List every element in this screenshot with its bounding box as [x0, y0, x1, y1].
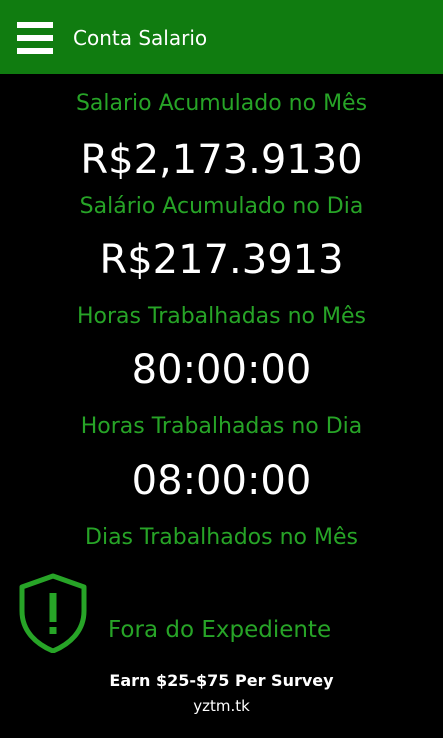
monthly-hours-label: Horas Trabalhadas no Mês	[77, 304, 366, 329]
app-header: Conta Salario	[0, 0, 443, 74]
daily-salary-label: Salário Acumulado no Dia	[79, 194, 364, 219]
app-title: Conta Salario	[73, 26, 208, 50]
monthly-hours-value: 80:00:00	[131, 347, 312, 393]
monthly-salary-label: Salario Acumulado no Mês	[75, 91, 368, 116]
daily-salary-value: R$217.3913	[99, 237, 344, 283]
ad-banner-url[interactable]: yztm.tk	[0, 694, 443, 718]
hamburger-menu-icon[interactable]	[17, 22, 53, 54]
monthly-days-label: Dias Trabalhados no Mês	[85, 525, 358, 550]
app-window: Conta Salario Salario Acumulado no Mês R…	[0, 0, 443, 738]
monthly-salary-value: R$2,173.9130	[80, 137, 363, 183]
daily-hours-label: Horas Trabalhadas no Dia	[80, 414, 363, 439]
shield-alert-icon	[19, 573, 87, 653]
daily-hours-value: 08:00:00	[131, 458, 312, 504]
work-status-text: Fora do Expediente	[108, 617, 332, 643]
ad-banner-title[interactable]: Earn $25-$75 Per Survey	[0, 669, 443, 693]
